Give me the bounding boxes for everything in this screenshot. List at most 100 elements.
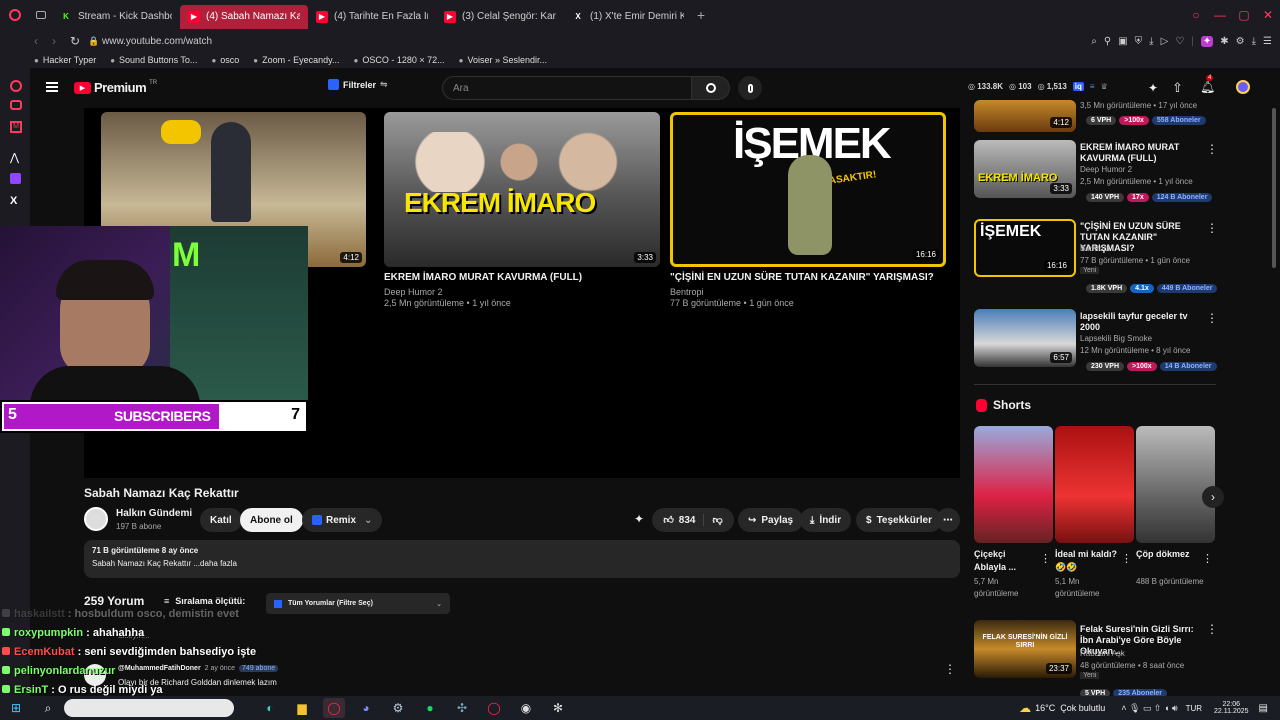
youtube-logo[interactable]: ▶ Premium TR — [74, 80, 157, 95]
like-button[interactable]: 👍︎ 834 — [655, 514, 705, 526]
trophy-icon[interactable]: ♕ — [1101, 82, 1108, 91]
create-icon[interactable]: ✦ — [1148, 81, 1158, 95]
opera-taskbar-icon[interactable]: ◯ — [323, 698, 345, 718]
spotify-icon[interactable]: ● — [419, 698, 441, 718]
tab-3[interactable]: ▶ (3) Celal Şengör: Karaden — [436, 5, 564, 29]
bookmark-item[interactable]: ● Sound Buttons To... — [110, 55, 197, 65]
short-menu-icon[interactable]: ⋮ — [1202, 552, 1213, 565]
snapshot-icon[interactable]: ▣ — [1118, 36, 1127, 47]
sort-button[interactable]: ≡ Sıralama ölçütü: — [164, 596, 245, 606]
taskbar-search-box[interactable] — [64, 699, 234, 717]
short-menu-icon[interactable]: ⋮ — [1121, 552, 1132, 565]
channel-name[interactable]: Halkın Gündemi — [116, 508, 192, 519]
subscribe-button[interactable]: Abone ol — [240, 508, 303, 532]
heart-icon[interactable]: ♡ — [1175, 36, 1184, 47]
kick-sidebar-icon[interactable]: ⋀ — [10, 151, 19, 164]
chat-username[interactable]: roxypumpkin — [14, 627, 83, 639]
chat-username[interactable]: haskaiIstt — [14, 608, 65, 620]
search-input[interactable]: Ara — [453, 83, 469, 94]
search-box[interactable]: Ara — [442, 76, 692, 100]
chat-username[interactable]: EcemKubat — [14, 646, 75, 658]
pin-icon[interactable]: ⚲ — [1104, 36, 1111, 47]
zoom-icon[interactable]: ⌕ — [1091, 36, 1097, 47]
bookmark-item[interactable]: ● Voiser » Seslendir... — [459, 55, 547, 65]
video-menu-icon[interactable]: ⋮ — [1206, 622, 1218, 636]
weather-text[interactable]: 16°C Çok bulutlu — [1035, 703, 1105, 713]
bookmark-item[interactable]: ● Hacker Typer — [34, 55, 96, 65]
file-explorer-icon[interactable]: ▆ — [291, 698, 313, 718]
windows-start-icon[interactable]: ⊞ — [5, 698, 27, 718]
minimize-button[interactable]: — — [1208, 8, 1232, 22]
x-sidebar-icon[interactable]: X — [10, 195, 17, 207]
reload-icon[interactable]: ↻ — [70, 34, 88, 48]
join-button[interactable]: Katıl — [200, 508, 242, 532]
downloads-icon[interactable]: ⤓ — [1252, 36, 1256, 47]
url-field[interactable]: www.youtube.com/watch — [102, 36, 212, 47]
opera-ai-icon[interactable] — [10, 80, 22, 92]
opera-gx-icon[interactable]: ◯ — [483, 698, 505, 718]
menu-icon[interactable]: ☰ — [1263, 36, 1272, 47]
download-button[interactable]: ⤓ İndir — [800, 508, 852, 532]
sidebar-scrollbar[interactable] — [1272, 108, 1276, 268]
maximize-button[interactable]: ▢ — [1232, 8, 1256, 22]
opera-menu-icon[interactable] — [0, 0, 30, 30]
twitch-icon[interactable] — [10, 173, 21, 184]
sparkle-icon[interactable]: ✦ — [634, 512, 644, 526]
settings-taskbar-icon[interactable]: ✻ — [547, 698, 569, 718]
shorts-next-button[interactable]: › — [1202, 486, 1224, 508]
bookmark-item[interactable]: ● osco — [211, 55, 239, 65]
short-menu-icon[interactable]: ⋮ — [1040, 552, 1051, 565]
video-menu-icon[interactable]: ⋮ — [1206, 221, 1218, 235]
back-icon[interactable]: ‹ — [34, 34, 52, 48]
m-app-icon[interactable]: M — [10, 121, 22, 133]
tray-icons[interactable]: ˄ 🎙︎ ▭ ⇧ ◖ 🔊︎ — [1121, 703, 1177, 714]
clock[interactable]: 22:06 22.11.2025 — [1214, 701, 1249, 715]
thanks-button[interactable]: $ Teşekkürler — [856, 508, 942, 532]
search-tabs-icon[interactable]: ○ — [1184, 8, 1208, 22]
video-menu-icon[interactable]: ⋮ — [1206, 311, 1218, 325]
tab-4[interactable]: X (1) X'te Emir Demiri Keser — [564, 5, 692, 29]
vidiq-icon[interactable]: iq — [1072, 82, 1084, 91]
tab-0[interactable]: K Stream - Kick Dashboard — [52, 5, 180, 29]
chat-username[interactable]: ErsinT — [14, 684, 48, 696]
play-icon[interactable]: ▷ — [1161, 36, 1169, 47]
channel-avatar[interactable] — [84, 507, 108, 531]
hamburger-menu-icon[interactable] — [46, 82, 58, 92]
steam-icon[interactable]: ⚙ — [387, 698, 409, 718]
comment-filter-select[interactable]: Tüm Yorumlar (Filtre Seç) ⌄ — [266, 593, 450, 614]
search-button[interactable] — [692, 76, 730, 100]
comment-author[interactable]: @MuhammedFatihDoner — [118, 665, 201, 672]
share-button[interactable]: ↪ Paylaş — [738, 508, 804, 532]
extensions-icon[interactable]: ✱ — [1220, 36, 1228, 47]
tab-grid-icon[interactable] — [30, 11, 52, 19]
shield-icon[interactable]: ⛨ — [1135, 36, 1143, 47]
dislike-button[interactable]: 👎︎ — [704, 514, 730, 526]
video-thumbnail[interactable]: EKREM İMARO 3:33 — [384, 112, 660, 267]
chat-username[interactable]: pelinyonlardanuzur — [14, 665, 115, 677]
notification-center-icon[interactable]: ▤ — [1259, 703, 1268, 714]
discord-icon[interactable]: ◕ — [355, 698, 377, 718]
video-title[interactable]: "ÇİŞİNİ EN UZUN SÜRE TUTAN KAZANIR" YARI… — [670, 271, 950, 284]
app-icon[interactable]: ✣ — [451, 698, 473, 718]
video-title[interactable]: EKREM İMARO MURAT KAVURMA (FULL) — [384, 271, 664, 284]
filter-button[interactable]: Filtreler ⇋ — [328, 79, 388, 90]
edge-icon[interactable]: ◐ — [259, 698, 281, 718]
language-indicator[interactable]: TUR — [1186, 704, 1202, 713]
obs-icon[interactable]: ◉ — [515, 698, 537, 718]
more-actions-button[interactable]: ⋯ — [936, 508, 960, 532]
upload-icon[interactable]: ⇧ — [1172, 80, 1183, 96]
new-tab-button[interactable]: + — [692, 6, 710, 24]
video-menu-icon[interactable]: ⋮ — [1206, 142, 1218, 156]
download-page-icon[interactable]: ⤓ — [1149, 36, 1153, 47]
bookmark-item[interactable]: ● OSCO - 1280 × 72... — [354, 55, 445, 65]
taskbar-search-icon[interactable]: ⌕ — [37, 698, 59, 718]
bookmark-item[interactable]: ● Zoom - Eyecandy... — [253, 55, 339, 65]
comment-menu-icon[interactable]: ⋮ — [944, 662, 956, 676]
notifications-button[interactable]: 🔔︎ 4 — [1200, 75, 1215, 94]
extension-icon[interactable]: ✦ — [1200, 35, 1214, 47]
tab-1[interactable]: ▶ (4) Sabah Namazı Kaç Re — [180, 4, 308, 29]
avatar[interactable] — [1236, 80, 1250, 94]
remix-button[interactable]: Remix ⌄ — [302, 508, 383, 532]
voice-search-button[interactable] — [738, 76, 762, 100]
tab-2[interactable]: ▶ (4) Tarihte En Fazla İnsan — [308, 5, 436, 29]
